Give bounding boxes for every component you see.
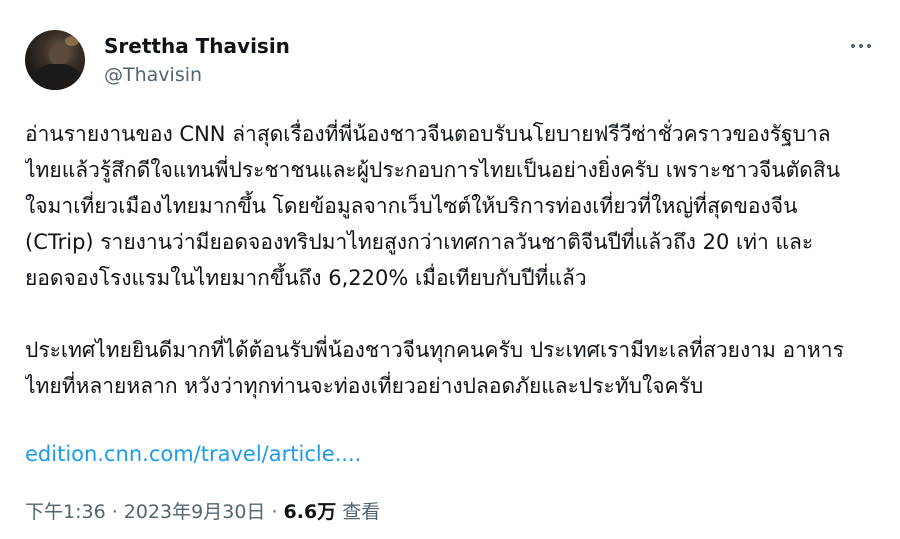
tweet-text-line: ไทยที่หลายหลาก หวังว่าทุกท่านจะท่องเที่ย… (25, 374, 704, 398)
author-handle[interactable]: @Thavisin (104, 64, 202, 86)
tweet-text-line: อ่านรายงานของ CNN ล่าสุดเรื่องที่พี่น้อง… (25, 122, 831, 146)
tweet: Srettha Thavisin @Thavisin อ่านรายงานของ… (0, 0, 900, 539)
tweet-date[interactable]: 2023年9月30日 (124, 501, 266, 523)
more-horizontal-icon-dot (867, 44, 871, 48)
avatar-head (49, 44, 69, 66)
views-count: 6.6万 (283, 501, 337, 523)
tweet-text-line: ไทยแล้วรู้สึกดีใจแทนพี่ประชาชนและผู้ประก… (25, 158, 841, 182)
avatar[interactable] (25, 30, 85, 90)
tweet-meta: 下午1:36 · 2023年9月30日 · 6.6万 查看 (25, 497, 380, 527)
views-label: 查看 (336, 501, 381, 523)
tweet-text-line: ยอดจองโรงแรมในไทยมากขึ้นถึง 6,220% เมื่อ… (25, 266, 587, 290)
tweet-text: อ่านรายงานของ CNN ล่าสุดเรื่องที่พี่น้อง… (25, 116, 885, 404)
more-options-button[interactable] (842, 32, 880, 60)
meta-separator: · (265, 501, 284, 523)
tweet-time[interactable]: 下午1:36 (25, 501, 106, 523)
avatar-light (65, 36, 79, 46)
article-link[interactable]: edition.cnn.com/travel/article.... (25, 436, 361, 472)
more-horizontal-icon-dot (859, 44, 863, 48)
meta-separator: · (105, 501, 124, 523)
more-horizontal-icon (851, 44, 855, 48)
avatar-body (33, 64, 81, 90)
tweet-text-line: ใจมาเที่ยวเมืองไทยมากขึ้น โดยข้อมูลจากเว… (25, 194, 798, 218)
tweet-text-line: (CTrip) รายงานว่ามียอดจองทริปมาไทยสูงกว่… (25, 230, 814, 254)
author-display-name[interactable]: Srettha Thavisin (104, 34, 290, 58)
tweet-text-line: ประเทศไทยยินดีมากที่ได้ต้อนรับพี่น้องชาว… (25, 338, 844, 362)
